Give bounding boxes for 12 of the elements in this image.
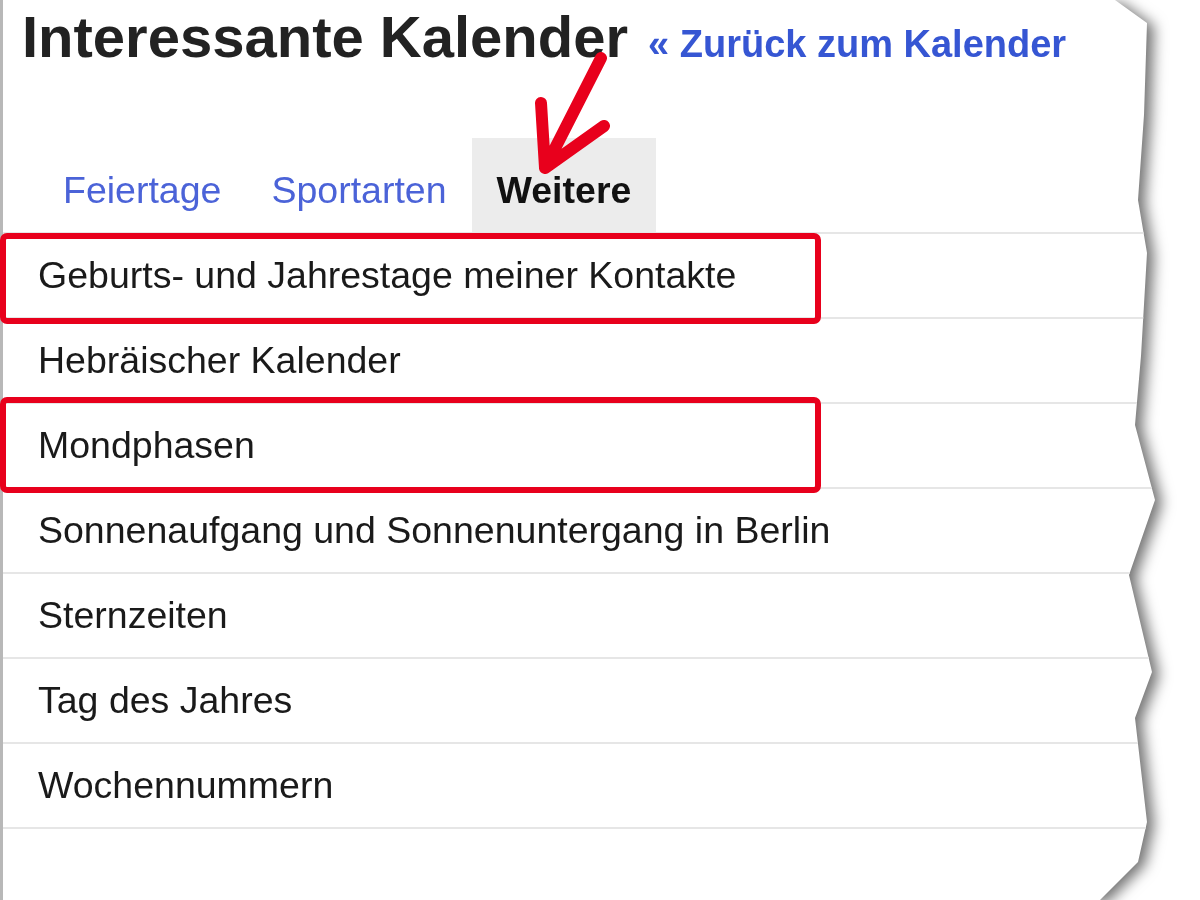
calendar-list-item[interactable]: Wochennummern [38,764,334,807]
calendar-list-item[interactable]: Mondphasen [38,424,255,467]
tab[interactable]: Feiertage [38,138,247,232]
page-title: Interessante Kalender [22,4,629,70]
calendar-list-item[interactable]: Sternzeiten [38,594,228,637]
calendar-list-item[interactable]: Tag des Jahres [38,679,293,722]
calendar-list-item[interactable]: Geburts- und Jahrestage meiner Kontakte [38,254,737,297]
tab[interactable]: Weitere [471,138,657,232]
calendar-list-item[interactable]: Hebräischer Kalender [38,339,401,382]
calendar-list-item[interactable]: Sonnenaufgang und Sonnenuntergang in Berlin [38,509,831,552]
tab[interactable]: Sportarten [246,138,472,232]
back-link[interactable]: « Zurück zum Kalender [648,23,1067,66]
